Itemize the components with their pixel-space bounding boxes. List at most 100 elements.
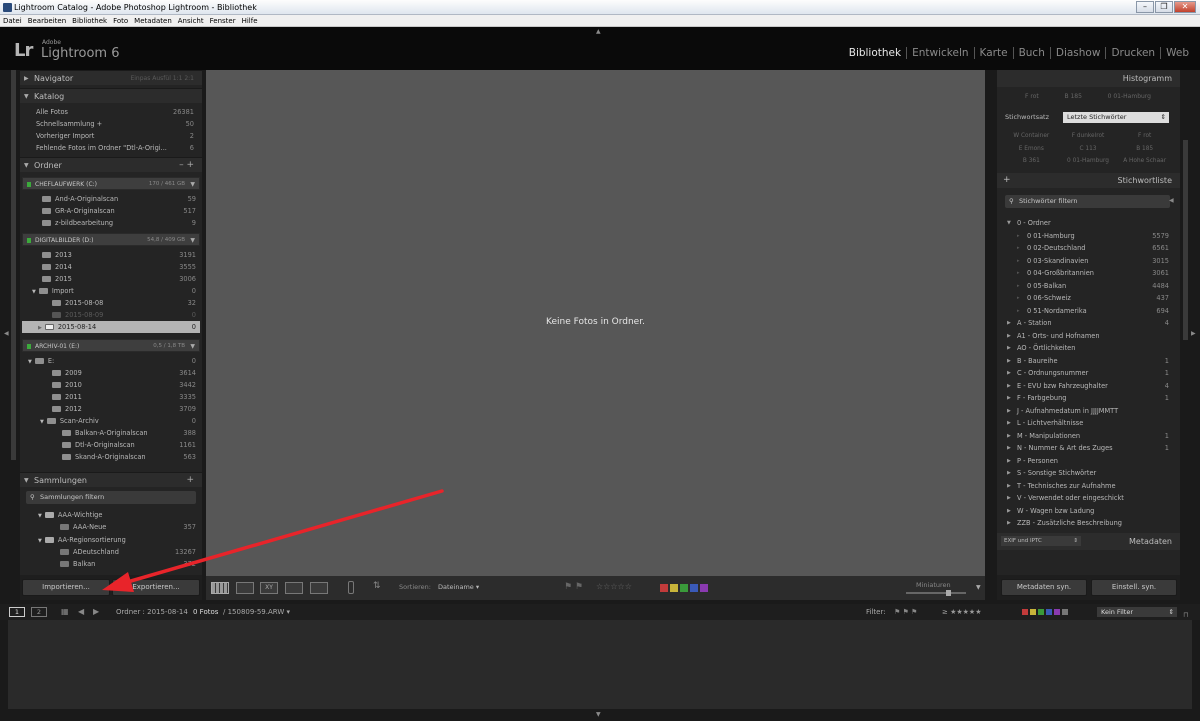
grid-view-icon[interactable] [211, 582, 229, 594]
catalog-item-missing[interactable]: Fehlende Fotos im Ordner "Dtl-A-Origi...… [36, 142, 198, 154]
keyword-item[interactable]: ▸ 0 05-Balkan 4484 [1003, 280, 1173, 292]
disclosure-triangle-icon[interactable]: ▸ [1017, 280, 1020, 292]
module-diashow[interactable]: Diashow [1049, 47, 1106, 59]
color-filter[interactable] [1022, 609, 1070, 615]
disclosure-triangle-icon[interactable]: ▶ [1007, 342, 1011, 354]
painter-icon[interactable] [348, 581, 354, 594]
menu-datei[interactable]: Datei [3, 15, 22, 26]
import-button[interactable]: Importieren... [22, 579, 110, 596]
collections-filter-input[interactable]: ⚲ Sammlungen filtern [26, 491, 196, 504]
compare-view-icon[interactable]: XY [260, 582, 278, 594]
disclosure-triangle-icon[interactable]: ▶ [1007, 392, 1011, 404]
keyword-list-header[interactable]: + Stichwortliste [997, 173, 1180, 188]
disclosure-triangle-icon[interactable]: ▶ [1007, 517, 1011, 529]
keyword-item[interactable]: ▶ P - Personen [1003, 455, 1173, 467]
grid-shortcut-icon[interactable]: ▦ [61, 604, 69, 620]
menu-foto[interactable]: Foto [113, 15, 128, 26]
color-label-yellow[interactable] [670, 584, 678, 592]
folder-row[interactable]: z-bildbearbeitung 9 [22, 217, 200, 229]
keyword-item[interactable]: ▶ M - Manipulationen 1 [1003, 430, 1173, 442]
folder-row[interactable]: ▼ Import 0 [22, 285, 200, 297]
folder-row[interactable]: 2012 3709 [22, 403, 200, 415]
collections-add-icon[interactable]: + [186, 473, 194, 488]
keyword-item[interactable]: ▶ S - Sonstige Stichwörter [1003, 467, 1173, 479]
keyword-item[interactable]: ▶ B - Baureihe 1 [1003, 355, 1173, 367]
toolbar-menu-chevron-icon[interactable]: ▼ [976, 584, 981, 591]
collection-item[interactable]: AAA-Neue 357 [22, 521, 200, 533]
sort-select[interactable]: Dateiname ▾ [438, 583, 479, 591]
folder-row[interactable]: GR-A-Originalscan 517 [22, 205, 200, 217]
disclosure-triangle-icon[interactable]: ▶ [1007, 467, 1011, 479]
module-drucken[interactable]: Drucken [1105, 47, 1160, 59]
navigator-zoom-options[interactable]: Einpas Ausfül 1:1 2:1 [130, 71, 194, 86]
keyword-item[interactable]: ▶ T - Technisches zur Aufnahme [1003, 480, 1173, 492]
disclosure-triangle-icon[interactable]: ▸ [1017, 230, 1020, 242]
color-label-red[interactable] [660, 584, 668, 592]
color-filter-none[interactable] [1062, 609, 1068, 615]
color-filter-purple[interactable] [1054, 609, 1060, 615]
rating-filter[interactable]: ≥ ★★★★★ [942, 604, 981, 620]
keyword-item[interactable]: ▸ 0 02-Deutschland 6561 [1003, 242, 1173, 254]
color-filter-red[interactable] [1022, 609, 1028, 615]
folder-row[interactable]: ▼ E: 0 [22, 355, 200, 367]
back-arrow-icon[interactable]: ◀ [78, 604, 84, 620]
keyword-item[interactable]: ▸ 0 01-Hamburg 5579 [1003, 230, 1173, 242]
folder-row[interactable]: 2013 3191 [22, 249, 200, 261]
disclosure-triangle-icon[interactable]: ▶ [1007, 417, 1011, 429]
collection-set[interactable]: ▼ AA-Regionsortierung [22, 534, 200, 546]
disclosure-triangle-icon[interactable]: ▶ [1007, 405, 1011, 417]
catalog-item-prev-import[interactable]: Vorheriger Import 2 [36, 130, 198, 142]
volume-e[interactable]: ARCHIV-01 (E:) 0,5 / 1,8 TB ▼ [22, 339, 200, 352]
color-filter-green[interactable] [1038, 609, 1044, 615]
keyword-item[interactable]: ▶ ZZB - Zusätzliche Beschreibung [1003, 517, 1173, 529]
folder-row[interactable]: 2010 3442 [22, 379, 200, 391]
keyword-item[interactable]: ▸ 0 06-Schweiz 437 [1003, 292, 1173, 304]
folder-row[interactable]: 2015-08-08 32 [22, 297, 200, 309]
keyword-item[interactable]: ▶ N - Nummer & Art des Zuges 1 [1003, 442, 1173, 454]
module-entwickeln[interactable]: Entwickeln [906, 47, 973, 59]
keyword-item[interactable]: ▶ C - Ordnungsnummer 1 [1003, 367, 1173, 379]
collapse-left-arrow-icon[interactable]: ◀ [4, 330, 9, 337]
keyword-item[interactable]: ▸ 0 04-Großbritannien 3061 [1003, 267, 1173, 279]
filter-preset-select[interactable]: Kein Filter ⇕ [1097, 607, 1177, 617]
folder-row[interactable]: Skand-A-Originalscan 563 [22, 451, 200, 463]
keyword-item[interactable]: ▶ J - Aufnahmedatum in JJJJMMTT [1003, 405, 1173, 417]
color-filter-yellow[interactable] [1030, 609, 1036, 615]
metadata-header[interactable]: EXIF und IPTC ⇕ Metadaten [997, 533, 1180, 550]
volume-d[interactable]: DIGITALBILDER (D:) 54,8 / 409 GB ▼ [22, 233, 200, 246]
people-view-icon[interactable] [310, 582, 328, 594]
filmstrip[interactable] [8, 620, 1192, 709]
keyword-item[interactable]: ▸ 0 51-Nordamerika 694 [1003, 305, 1173, 317]
flag-filter-icons[interactable]: ⚑ ⚑ ⚑ [894, 604, 917, 620]
minimize-button[interactable]: – [1136, 1, 1154, 13]
module-buch[interactable]: Buch [1012, 47, 1050, 59]
disclosure-triangle-icon[interactable]: ▸ [1017, 267, 1020, 279]
collection-item[interactable]: ADeutschland 13267 [22, 546, 200, 558]
keyword-item[interactable]: ▼ 0 - Ordner [1003, 217, 1173, 229]
keyword-filter-input[interactable]: ⚲ Stichwörter filtern [1005, 195, 1170, 208]
module-bibliothek[interactable]: Bibliothek [844, 47, 906, 59]
navigator-header[interactable]: ▶ Navigator Einpas Ausfül 1:1 2:1 [20, 70, 202, 85]
disclosure-triangle-icon[interactable]: ▸ [1017, 255, 1020, 267]
sort-direction-icon[interactable]: ⇅ [373, 581, 381, 591]
color-label-purple[interactable] [700, 584, 708, 592]
menu-bearbeiten[interactable]: Bearbeiten [28, 15, 66, 26]
folder-row[interactable]: 2015-08-09 0 [22, 309, 200, 321]
keyword-item[interactable]: ▶ W - Wagen bzw Ladung [1003, 505, 1173, 517]
flag-icons[interactable]: ⚑ ⚑ [564, 582, 583, 592]
keyword-item[interactable]: ▶ AO - Örtlichkeiten [1003, 342, 1173, 354]
menu-hilfe[interactable]: Hilfe [242, 15, 258, 26]
collections-header[interactable]: ▼ Sammlungen + [20, 472, 202, 487]
main-window-button[interactable]: 1 [9, 607, 25, 617]
metadata-preset-select[interactable]: EXIF und IPTC ⇕ [1001, 536, 1081, 546]
disclosure-triangle-icon[interactable]: ▶ [1007, 380, 1011, 392]
folder-row[interactable]: Balkan-A-Originalscan 388 [22, 427, 200, 439]
keyword-item[interactable]: ▶ V - Verwendet oder eingeschickt [1003, 492, 1173, 504]
color-labels[interactable] [660, 584, 710, 592]
add-keyword-icon[interactable]: + [1003, 173, 1011, 188]
color-label-green[interactable] [680, 584, 688, 592]
keyword-set-grid[interactable]: W Container F dunkelrot F rot E Emons C 113… [1003, 130, 1173, 168]
folders-add-icon[interactable]: – + [179, 158, 194, 173]
collapse-right-arrow-icon[interactable]: ▶ [1191, 330, 1196, 337]
disclosure-triangle-icon[interactable]: ▸ [1017, 305, 1020, 317]
